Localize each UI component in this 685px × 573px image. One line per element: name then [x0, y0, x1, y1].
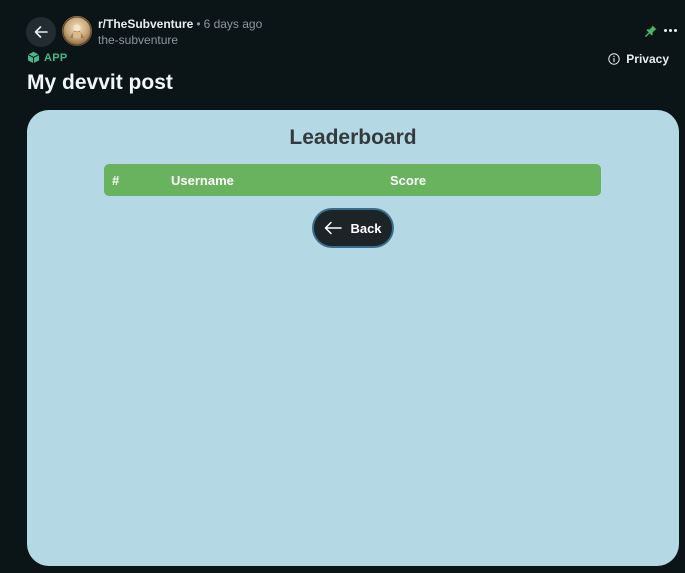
back-button-label: Back [350, 220, 382, 236]
column-header-rank: # [112, 173, 120, 188]
app-badge: APP [27, 51, 68, 64]
privacy-label: Privacy [626, 52, 669, 66]
post-title: My devvit post [27, 71, 173, 94]
subreddit-link[interactable]: r/TheSubventure [98, 17, 193, 31]
arrow-left-icon [34, 26, 48, 38]
leaderboard-header-row: # Username Score [104, 164, 601, 196]
meta-separator: • [196, 17, 201, 31]
post-author[interactable]: the-subventure [98, 33, 262, 48]
subreddit-avatar[interactable] [62, 16, 92, 46]
column-header-username: Username [171, 173, 234, 188]
avatar-image [62, 16, 92, 46]
more-options-button[interactable] [664, 29, 677, 32]
post-page: r/TheSubventure • 6 days ago the-subventur… [0, 0, 685, 573]
post-age: 6 days ago [203, 17, 263, 31]
nav-back-button[interactable] [26, 17, 56, 47]
leaderboard-title: Leaderboard [289, 126, 417, 149]
app-badge-label: APP [44, 51, 68, 64]
info-icon [608, 53, 620, 65]
back-button[interactable]: Back [314, 210, 392, 246]
post-meta: r/TheSubventure • 6 days ago the-subventur… [98, 17, 262, 48]
devvit-app-frame: Leaderboard # Username Score Back [27, 110, 679, 566]
privacy-link[interactable]: Privacy [608, 52, 669, 66]
arrow-left-icon [325, 221, 343, 235]
more-horizontal-icon [664, 29, 667, 32]
column-header-score: Score [390, 173, 427, 188]
pin-icon [645, 25, 657, 37]
cube-icon [27, 51, 40, 64]
